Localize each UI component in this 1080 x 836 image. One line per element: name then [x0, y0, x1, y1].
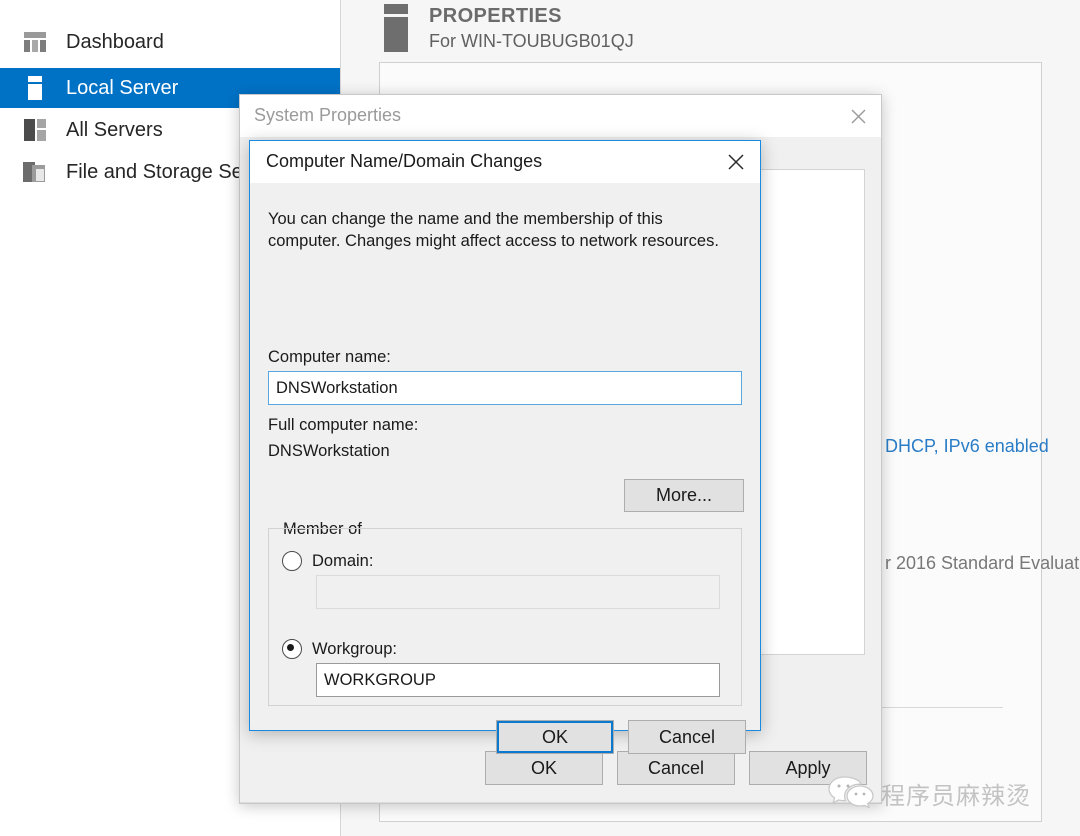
dialog-description: You can change the name and the membersh…	[268, 210, 719, 250]
computer-name-input[interactable]	[268, 371, 742, 405]
full-computer-name-value: DNSWorkstation	[268, 442, 390, 460]
system-properties-button-row: OK Cancel Apply	[485, 751, 867, 785]
server-icon	[22, 75, 48, 101]
dialog-cancel-button[interactable]: Cancel	[628, 720, 746, 754]
system-properties-titlebar[interactable]: System Properties	[240, 95, 881, 137]
sidebar-item-label: Local Server	[66, 76, 179, 99]
sidebar-item-label: Dashboard	[66, 30, 164, 53]
sidebar-item-label: All Servers	[66, 118, 163, 141]
server-icon	[381, 4, 411, 52]
close-icon[interactable]	[712, 141, 760, 183]
domain-label: Domain:	[312, 551, 374, 570]
computer-name-label: Computer name:	[268, 348, 391, 366]
file-storage-icon	[22, 159, 48, 185]
workgroup-label: Workgroup:	[312, 639, 397, 658]
domain-radio-button[interactable]	[282, 551, 302, 571]
dashboard-grid-icon	[22, 29, 48, 55]
divider	[240, 802, 881, 803]
sidebar-item-label: File and Storage Se	[66, 160, 243, 183]
sidebar-item-dashboard[interactable]: Dashboard	[0, 22, 340, 62]
more-button[interactable]: More...	[624, 479, 744, 512]
os-version-text: r 2016 Standard Evaluati	[885, 553, 1080, 573]
dialog-ok-button[interactable]: OK	[496, 720, 614, 754]
domain-radio-row[interactable]: Domain:	[282, 551, 373, 571]
close-icon[interactable]	[835, 95, 881, 137]
dialog-title: Computer Name/Domain Changes	[266, 151, 543, 171]
dialog-titlebar[interactable]: Computer Name/Domain Changes	[250, 141, 760, 183]
domain-input[interactable]	[316, 575, 720, 609]
sp-apply-button[interactable]: Apply	[749, 751, 867, 785]
computer-name-domain-changes-dialog[interactable]: Computer Name/Domain Changes You can cha…	[249, 140, 761, 754]
dialog-body: You can change the name and the membersh…	[250, 183, 760, 754]
page-title: PROPERTIES	[429, 5, 562, 27]
workgroup-input[interactable]	[316, 663, 720, 697]
page-subtitle: For WIN-TOUBUGB01QJ	[429, 31, 634, 51]
workgroup-radio-row[interactable]: Workgroup:	[282, 639, 397, 659]
all-servers-icon	[22, 117, 48, 143]
dialog-button-row: OK Cancel	[496, 720, 746, 754]
dhcp-status-link[interactable]: DHCP, IPv6 enabled	[885, 436, 1049, 457]
full-computer-name-label: Full computer name:	[268, 416, 419, 434]
sp-cancel-button[interactable]: Cancel	[617, 751, 735, 785]
workgroup-radio-button[interactable]	[282, 639, 302, 659]
window-title: System Properties	[254, 105, 402, 125]
sp-ok-button[interactable]: OK	[485, 751, 603, 785]
properties-header: PROPERTIES For WIN-TOUBUGB01QJ	[381, 4, 634, 54]
